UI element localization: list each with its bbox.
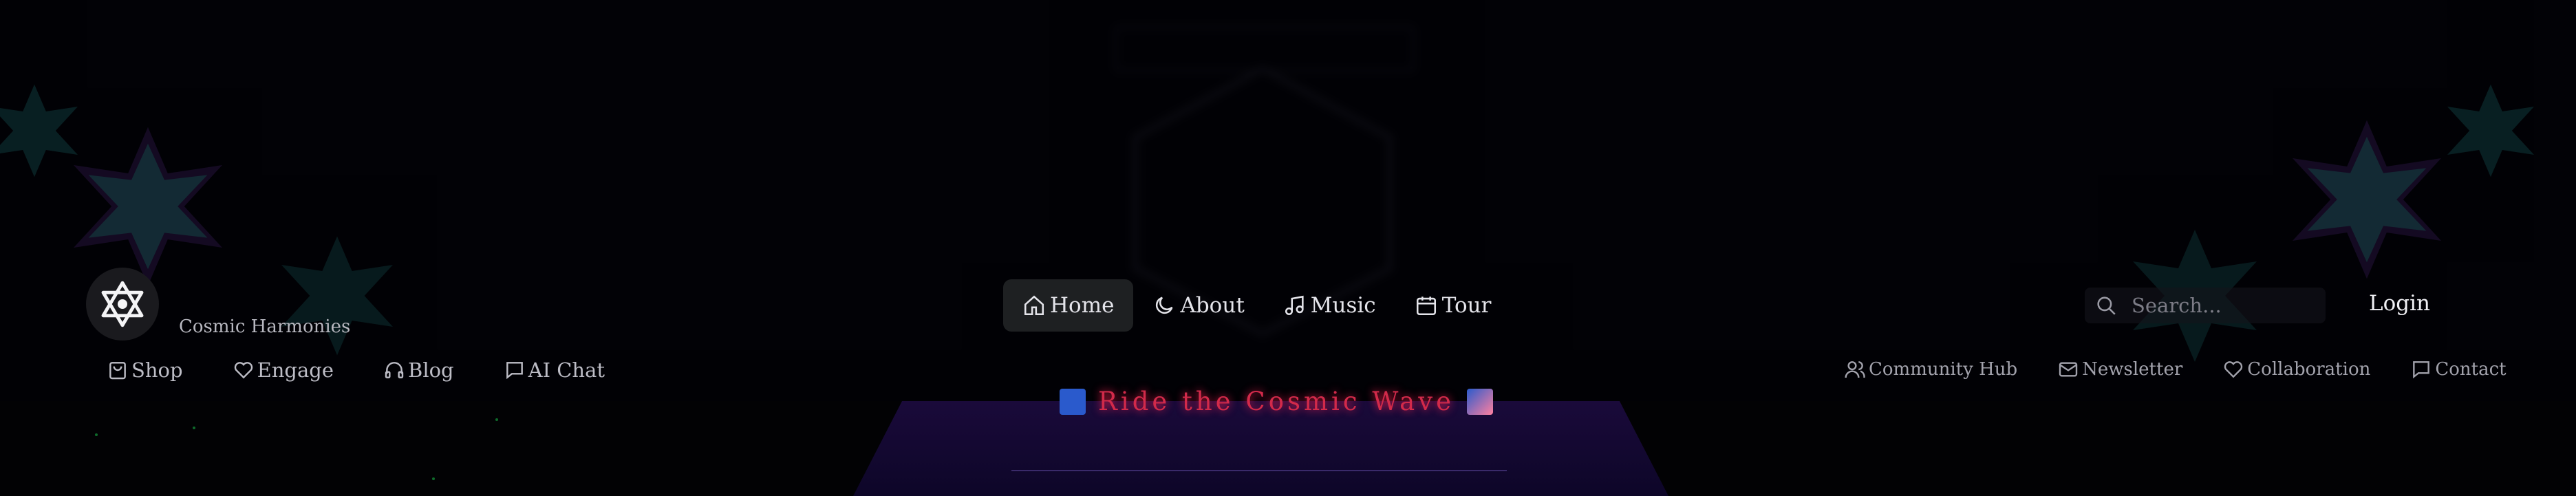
subnav-ai-chat-label: AI Chat [528,358,605,382]
heart-icon [2224,361,2243,378]
moon-badge-icon [1060,388,1086,415]
subnav-blog-label: Blog [408,358,454,382]
logo-button[interactable] [86,268,159,341]
subnav-blog[interactable]: Blog [383,358,454,382]
users-icon [1845,361,1865,378]
star-dot [432,477,435,480]
subnav-collaboration-label: Collaboration [2247,359,2371,380]
headphones-icon [385,362,404,378]
mail-icon [2059,362,2078,377]
subnav-shop[interactable]: Shop [107,358,183,382]
subnav-newsletter-label: Newsletter [2082,359,2183,380]
nav-tour-label: Tour [1441,293,1492,318]
search-box[interactable] [2085,288,2326,323]
header-overlay [0,0,2576,401]
shopping-bag-icon [109,362,126,380]
subnav-community-hub-label: Community Hub [1869,359,2018,380]
heart-icon [234,362,253,379]
subnav-community-hub[interactable]: Community Hub [1844,358,2017,380]
star-dot [193,427,195,429]
nav-home-label: Home [1050,293,1115,318]
moon-icon [1156,296,1174,314]
subnav-right: Community Hub Newsletter Collaboration C… [1844,358,2507,380]
chat-icon [2413,361,2430,379]
main-nav: Home About Music Tour [1003,279,1510,332]
nav-about[interactable]: About [1133,279,1263,332]
nav-home[interactable]: Home [1003,279,1134,332]
subnav-ai-chat[interactable]: AI Chat [504,358,605,382]
hero-banner: Ride the Cosmic Wave [1060,387,1494,416]
subnav-newsletter[interactable]: Newsletter [2057,358,2182,380]
stage-divider [1011,470,1507,471]
wave-emoji-icon [1467,388,1494,415]
star-dot [95,433,98,436]
login-button[interactable]: Login [2369,291,2430,316]
subnav-collaboration[interactable]: Collaboration [2222,358,2370,380]
subnav-contact[interactable]: Contact [2410,358,2507,380]
calendar-icon [1416,296,1436,316]
subnav-engage[interactable]: Engage [233,358,334,382]
nav-music[interactable]: Music [1264,279,1395,332]
home-icon [1024,295,1044,316]
subnav-left: Shop Engage Blog AI Chat [107,358,605,382]
star-dot [495,418,498,421]
search-input[interactable] [2130,293,2312,318]
nav-about-label: About [1180,293,1245,318]
brand-subtitle: Cosmic Harmonies [179,316,351,337]
nav-music-label: Music [1310,293,1376,318]
nav-tour[interactable]: Tour [1395,279,1511,332]
hexagram-icon [101,281,144,327]
hero-banner-text: Ride the Cosmic Wave [1098,387,1455,416]
music-note-icon [1285,295,1304,316]
subnav-contact-label: Contact [2435,359,2507,380]
subnav-shop-label: Shop [131,358,183,382]
search-icon [2097,296,2116,315]
subnav-engage-label: Engage [257,358,334,382]
chat-icon [506,362,523,380]
